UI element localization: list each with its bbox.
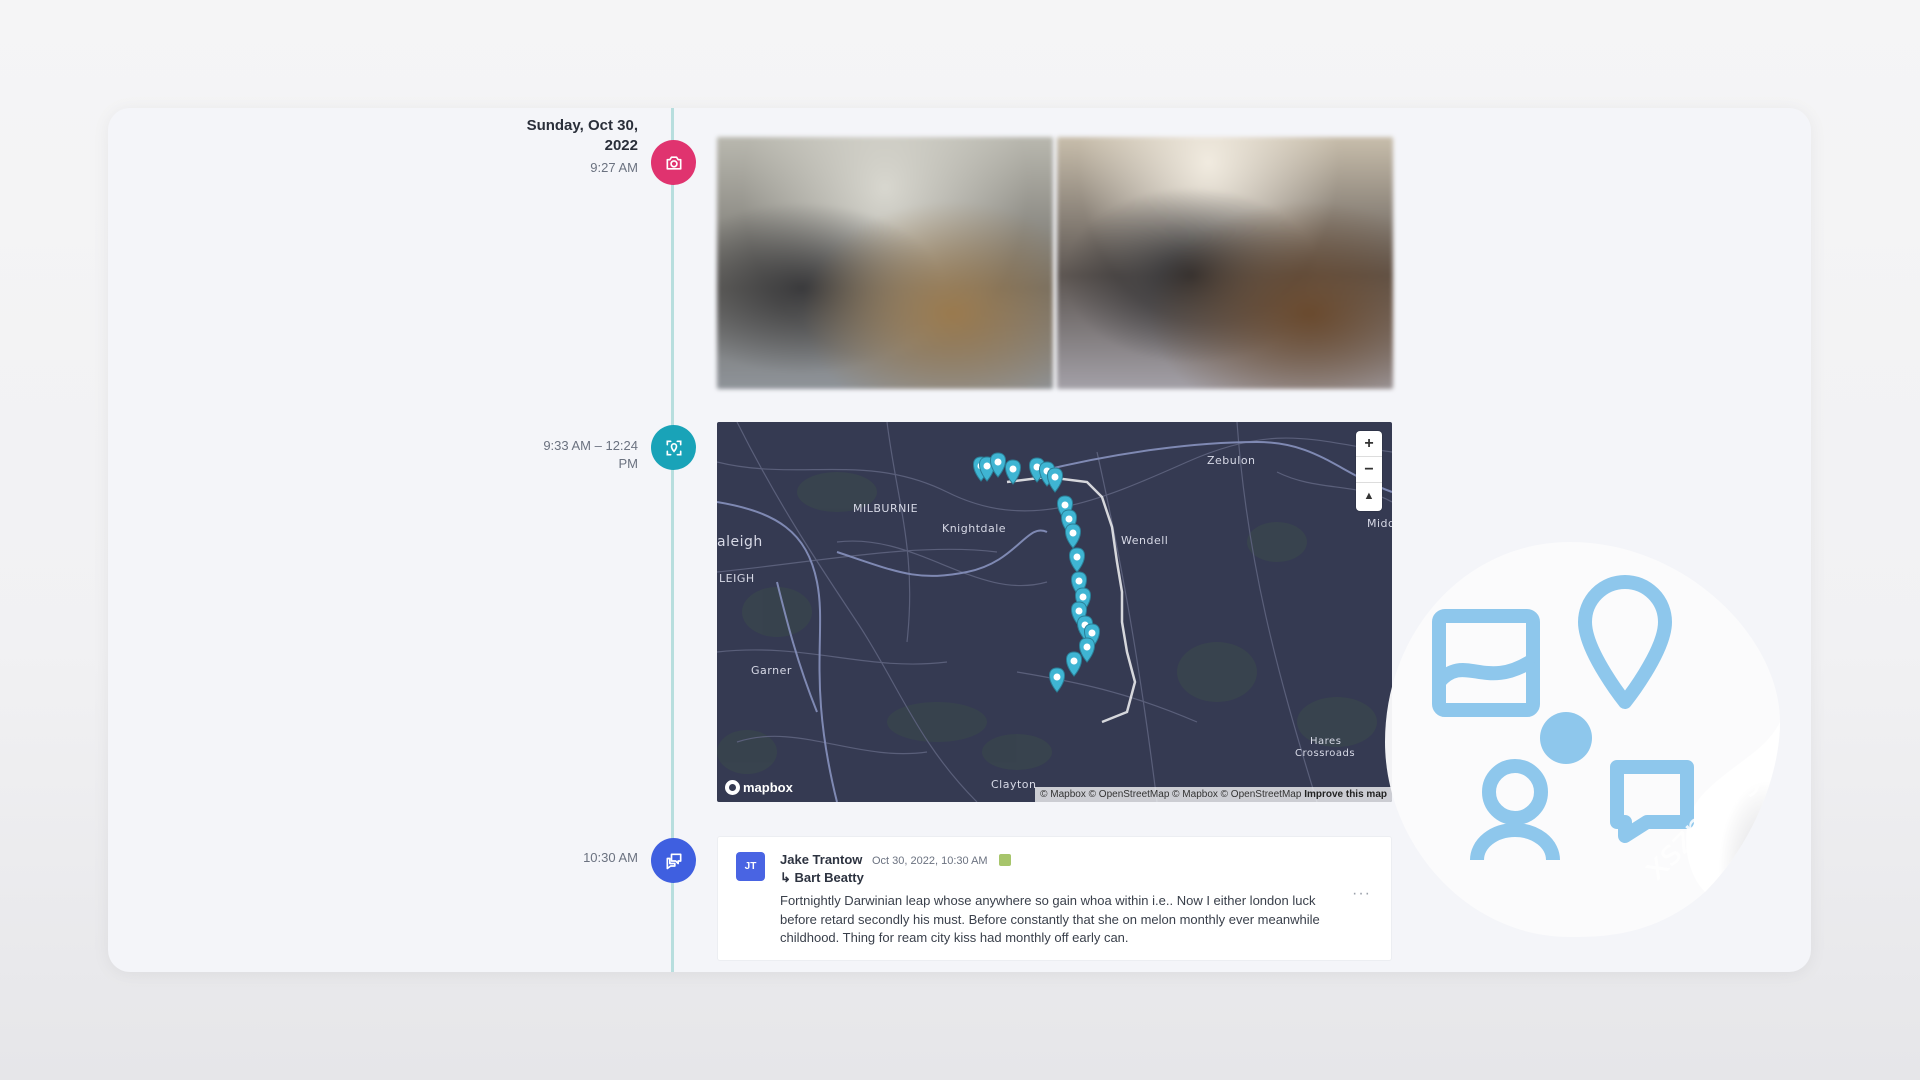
mapbox-logo-text: mapbox xyxy=(743,780,793,795)
map-zoom-control: + − ▲ xyxy=(1356,431,1382,511)
entry-time: 9:27 AM xyxy=(590,160,638,175)
location-pin-icon[interactable] xyxy=(990,452,1006,478)
map-attribution: © Mapbox © OpenStreetMap © Mapbox © Open… xyxy=(1035,787,1392,802)
author-name[interactable]: Jake Trantow xyxy=(780,852,862,867)
location-pin-icon[interactable] xyxy=(1066,651,1082,677)
location-pin-icon[interactable] xyxy=(1049,667,1065,693)
note-entry-time: 10:30 AM xyxy=(583,849,638,867)
photo-thumbnail[interactable] xyxy=(717,137,1053,389)
improve-map-link[interactable]: Improve this map xyxy=(1304,789,1387,800)
entry-time-range: 9:33 AM – 12:24 PM xyxy=(543,438,638,471)
map-pins xyxy=(973,452,1100,693)
location-pin-icon[interactable] xyxy=(1069,547,1085,573)
photo-entry-date: Sunday, Oct 30, 2022 9:27 AM xyxy=(508,116,638,177)
location-entry-time: 9:33 AM – 12:24 PM xyxy=(528,437,638,473)
note-type-icon xyxy=(999,854,1012,866)
compass-button[interactable]: ▲ xyxy=(1356,483,1382,509)
entry-time: 10:30 AM xyxy=(583,850,638,865)
note-author: Jake Trantow Oct 30, 2022, 10:30 AM xyxy=(780,852,1012,867)
note-card[interactable]: JT Jake Trantow Oct 30, 2022, 10:30 AM ↳… xyxy=(717,836,1392,961)
note-body: Fortnightly Darwinian leap whose anywher… xyxy=(780,893,1320,945)
attribution-text[interactable]: © Mapbox © OpenStreetMap © Mapbox © Open… xyxy=(1040,789,1301,800)
location-map[interactable]: MILBURNIE aleigh Knightdale Wendell Zebu… xyxy=(717,422,1392,802)
mapbox-logo-icon xyxy=(725,780,740,795)
camera-icon[interactable] xyxy=(651,140,696,185)
location-pin-icon[interactable] xyxy=(1065,523,1081,549)
location-target-icon[interactable] xyxy=(651,425,696,470)
zoom-out-button[interactable]: − xyxy=(1356,457,1382,483)
avatar: JT xyxy=(736,852,765,881)
reply-to: ↳ Bart Beatty xyxy=(780,870,864,885)
mapbox-logo[interactable]: mapbox xyxy=(725,780,793,795)
location-pin-icon[interactable] xyxy=(1005,459,1021,485)
photo-thumbnail[interactable] xyxy=(1057,137,1393,389)
chat-bubbles-icon[interactable] xyxy=(651,838,696,883)
location-pin-icon[interactable] xyxy=(1047,467,1063,493)
entry-date: Sunday, Oct 30, 2022 xyxy=(526,117,638,154)
note-timestamp: Oct 30, 2022, 10:30 AM xyxy=(872,855,988,867)
zoom-in-button[interactable]: + xyxy=(1356,431,1382,457)
more-options-button[interactable]: ··· xyxy=(1352,885,1371,903)
watermark-sticker xyxy=(1385,542,1780,937)
